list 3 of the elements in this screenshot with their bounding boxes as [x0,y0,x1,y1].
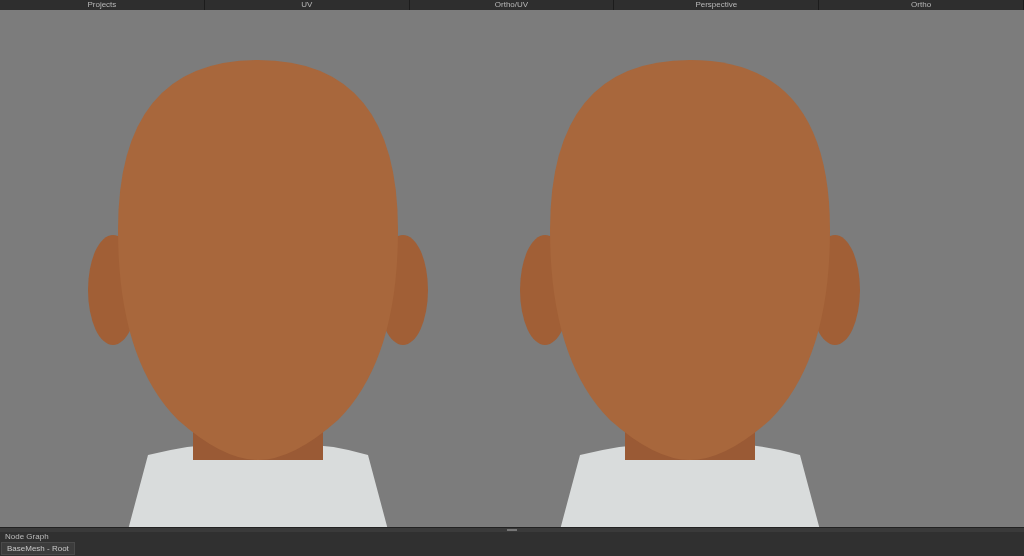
panel-title: Node Graph [4,532,49,542]
panel-tab[interactable]: BaseMesh - Root [1,542,75,555]
viewport[interactable] [0,10,1024,527]
